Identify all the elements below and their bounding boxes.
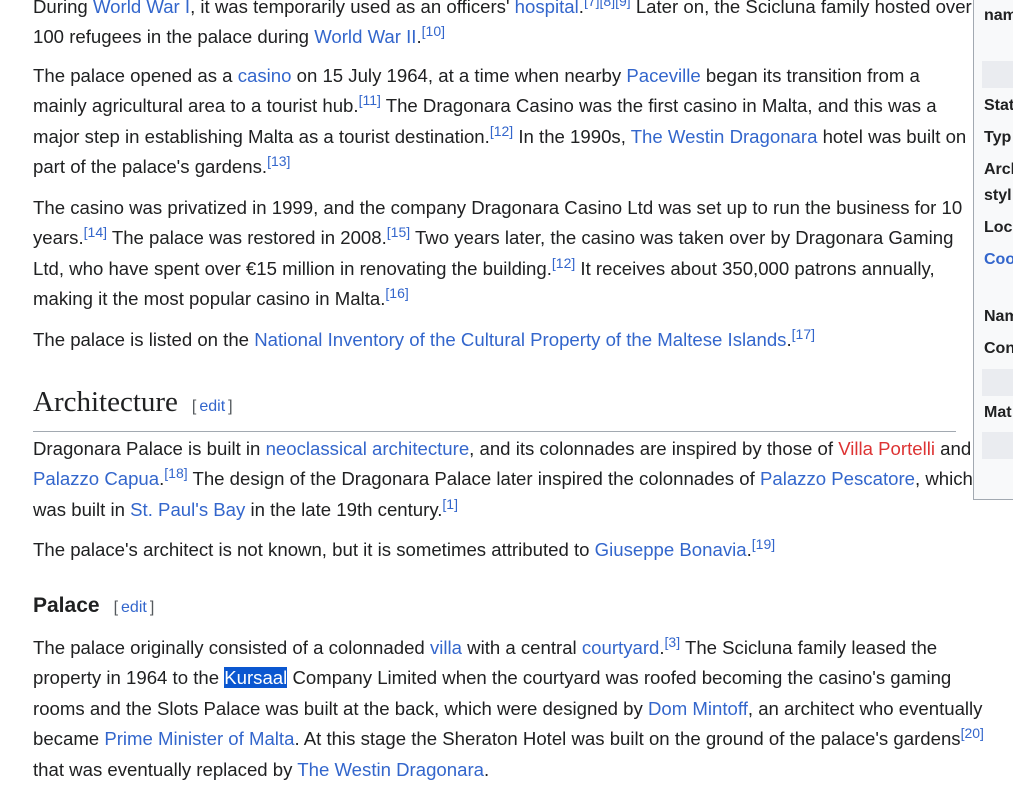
text: The palace's architect is not known, but… [33,539,595,560]
citation-13[interactable]: [13] [267,153,290,169]
infobox-completed-label: Con [984,340,1013,357]
infobox-location-label: Loc [984,219,1013,236]
infobox-coordinates-link[interactable]: Coo [984,251,1013,269]
link-palazzo-pescatore[interactable]: Palazzo Pescatore [760,468,915,489]
infobox-named-label: Nam [984,308,1013,325]
link-palazzo-capua[interactable]: Palazzo Capua [33,468,159,489]
link-prime-minister-of-malta[interactable]: Prime Minister of Malta [104,728,294,749]
text: Dragonara Palace is built in [33,438,266,459]
text: The palace was restored in 2008. [107,227,387,249]
citation-1[interactable]: [1] [442,496,458,512]
heading-architecture-title: Architecture [33,386,178,418]
infobox-style-label: styl [984,187,1012,204]
text: During [33,0,93,17]
edit-link-architecture[interactable]: edit [199,398,225,415]
heading-palace-title: Palace [33,594,100,617]
text: , and its colonnades are inspired by tho… [469,438,839,459]
citation-3[interactable]: [3] [665,634,681,650]
infobox-section-band [982,369,1013,396]
citation-14[interactable]: [14] [84,224,107,240]
infobox-bottom-band [982,432,1013,459]
link-casino[interactable]: casino [238,65,292,86]
text: . At this stage the Sheraton Hotel was b… [294,728,961,750]
edit-link-palace[interactable]: edit [121,599,147,616]
paragraph-history-1: During World War I, it was temporarily u… [33,0,973,53]
edit-section-architecture: [edit] [191,398,233,415]
edit-section-palace: [edit] [113,599,155,616]
heading-architecture: Architecture [edit] [33,380,956,432]
link-giuseppe-bonavia[interactable]: Giuseppe Bonavia [595,539,747,560]
citation-8[interactable]: [8] [600,0,616,9]
link-paceville[interactable]: Paceville [626,65,700,86]
text: The palace originally consisted of a col… [33,637,430,658]
citation-20[interactable]: [20] [961,725,984,741]
link-neoclassical-architecture[interactable]: neoclassical architecture [266,438,470,459]
citation-7[interactable]: [7] [584,0,600,9]
infobox-status-label: Stat [984,97,1013,114]
text: In the 1990s, [513,125,631,147]
redlink-villa-portelli[interactable]: Villa Portelli [838,438,935,459]
paragraph-palace-1: The palace originally consisted of a col… [33,633,1008,785]
link-hospital[interactable]: hospital [515,0,579,17]
link-world-war-ii[interactable]: World War II [314,26,416,47]
infobox-header-band [982,61,1013,88]
text: The palace is listed on the [33,329,255,350]
text: The design of the Dragonara Palace later… [187,468,760,490]
link-courtyard[interactable]: courtyard [582,637,660,658]
text: The palace opened as a [33,65,238,86]
citation-18[interactable]: [18] [164,465,187,481]
citation-17[interactable]: [17] [792,326,815,342]
paragraph-history-4: The palace is listed on the National Inv… [33,325,973,355]
text: with a central [461,637,582,658]
text: that was eventually replaced by [33,758,298,780]
paragraph-architecture-2: The palace's architect is not known, but… [33,535,973,565]
link-dom-mintoff[interactable]: Dom Mintoff [648,698,748,719]
text: and [935,438,972,459]
infobox-architectural-label: Arch [984,161,1013,178]
infobox-name-label: nam [984,7,1013,24]
text: . [483,758,490,780]
citation-11[interactable]: [11] [359,92,381,108]
link-villa[interactable]: villa [430,637,462,658]
link-st-pauls-bay[interactable]: St. Paul's Bay [130,499,245,520]
heading-palace: Palace [edit] [33,590,154,624]
citation-9[interactable]: [9] [615,0,631,9]
selected-text-kursaal[interactable]: Kursaal [224,667,288,689]
citation-12[interactable]: [12] [490,123,513,139]
text: , it was temporarily used as an officers… [190,0,515,17]
link-world-war-i[interactable]: World War I [93,0,190,17]
paragraph-architecture-1: Dragonara Palace is built in neoclassica… [33,434,973,525]
link-westin-dragonara-2[interactable]: The Westin Dragonara [297,759,484,780]
paragraph-history-2: The palace opened as a casino on 15 July… [33,61,973,183]
citation-12b[interactable]: [12] [552,255,575,271]
paragraph-history-3: The casino was privatized in 1999, and t… [33,193,973,315]
citation-10[interactable]: [10] [422,23,445,39]
citation-15[interactable]: [15] [387,224,410,240]
infobox: nam Stat Typ Arch styl Loc Coo Nam Con M… [973,0,1013,500]
infobox-material-label: Mat [984,404,1012,421]
text: in the late 19th century. [245,498,443,520]
link-westin-dragonara[interactable]: The Westin Dragonara [631,126,818,147]
citation-16[interactable]: [16] [385,285,408,301]
citation-19[interactable]: [19] [752,536,775,552]
infobox-type-label: Typ [984,129,1012,146]
link-national-inventory[interactable]: National Inventory of the Cultural Prope… [254,329,786,350]
text: on 15 July 1964, at a time when nearby [291,65,627,86]
